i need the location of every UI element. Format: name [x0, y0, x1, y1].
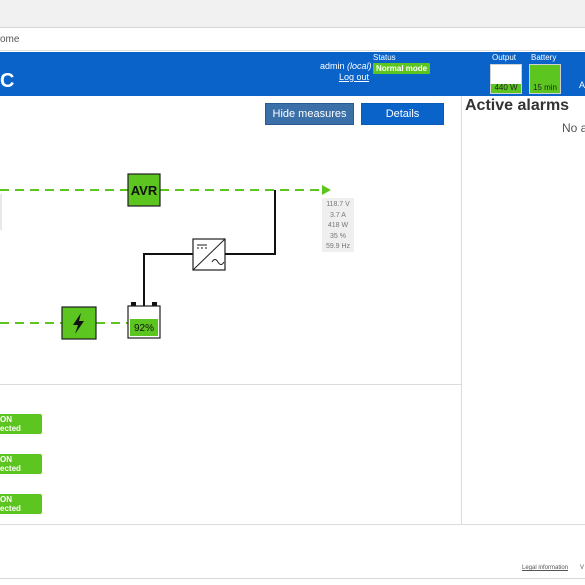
- legal-information-link[interactable]: Legal information: [522, 565, 568, 571]
- alarms-title: Active alarms: [465, 97, 570, 114]
- ups-flow-diagram: AVR 92%: [0, 173, 331, 340]
- battery-label: Battery: [531, 53, 557, 62]
- battery-terminal-left: [131, 302, 136, 306]
- outlet-state: ON: [0, 415, 12, 424]
- header-cut-text: A: [579, 80, 585, 90]
- outlet-connection: ected: [0, 464, 21, 473]
- user-info: admin (local): [320, 61, 372, 71]
- avr-label: AVR: [131, 183, 158, 198]
- active-alarms-panel: Active alarms No a: [463, 96, 585, 524]
- browser-top-strip: [0, 0, 585, 28]
- brand-title: C: [0, 70, 15, 92]
- battery-terminal-right: [152, 302, 157, 306]
- output-arrow-icon: [322, 185, 331, 195]
- breadcrumb-text[interactable]: ome: [0, 34, 19, 45]
- user-name: admin: [320, 61, 345, 71]
- outlet-group-3[interactable]: ON ected: [0, 494, 42, 514]
- outlet-connection: ected: [0, 504, 21, 513]
- logout-link[interactable]: Log out: [339, 72, 369, 82]
- measure-load: 35 %: [330, 232, 346, 240]
- status-badge: Normal mode: [373, 63, 431, 74]
- output-measures: 118.7 V 3.7 A 418 W 35 % 59.9 Hz: [322, 198, 354, 252]
- outlet-state: ON: [0, 455, 12, 464]
- battery-percent: 92%: [134, 323, 154, 334]
- measure-voltage: 118.7 V: [326, 201, 350, 208]
- footer-cut-text: V: [580, 565, 585, 571]
- main-panel: Hide measures Details AVR 92% 118.7 V 3.…: [0, 96, 462, 524]
- input-measures-box: [0, 194, 2, 230]
- inverter-output-wire: [225, 190, 276, 255]
- outlet-group-2[interactable]: ON ected: [0, 454, 42, 474]
- app-header: C admin (local) Log out Status Normal mo…: [0, 52, 585, 96]
- measure-power: 418 W: [327, 222, 349, 229]
- breadcrumb: ome: [0, 29, 585, 51]
- outlet-state: ON: [0, 495, 12, 504]
- outlet-group-1[interactable]: ON ected: [0, 414, 42, 434]
- footer: Legal information V: [0, 525, 585, 585]
- footer-rule: [0, 578, 585, 579]
- output-label: Output: [492, 53, 517, 62]
- battery-meter[interactable]: 15 min: [529, 64, 561, 94]
- user-scope: (local): [347, 61, 372, 71]
- measure-frequency: 59.9 Hz: [325, 243, 351, 250]
- status-label: Status: [373, 53, 396, 62]
- output-value: 440 W: [494, 83, 518, 92]
- output-meter[interactable]: 440 W: [490, 64, 522, 94]
- alarms-empty-text: No a: [562, 121, 585, 135]
- measure-current: 3.7 A: [330, 211, 346, 219]
- outlet-connection: ected: [0, 424, 21, 433]
- battery-value: 15 min: [532, 83, 557, 92]
- section-divider: [0, 384, 461, 385]
- battery-wire: [143, 253, 193, 308]
